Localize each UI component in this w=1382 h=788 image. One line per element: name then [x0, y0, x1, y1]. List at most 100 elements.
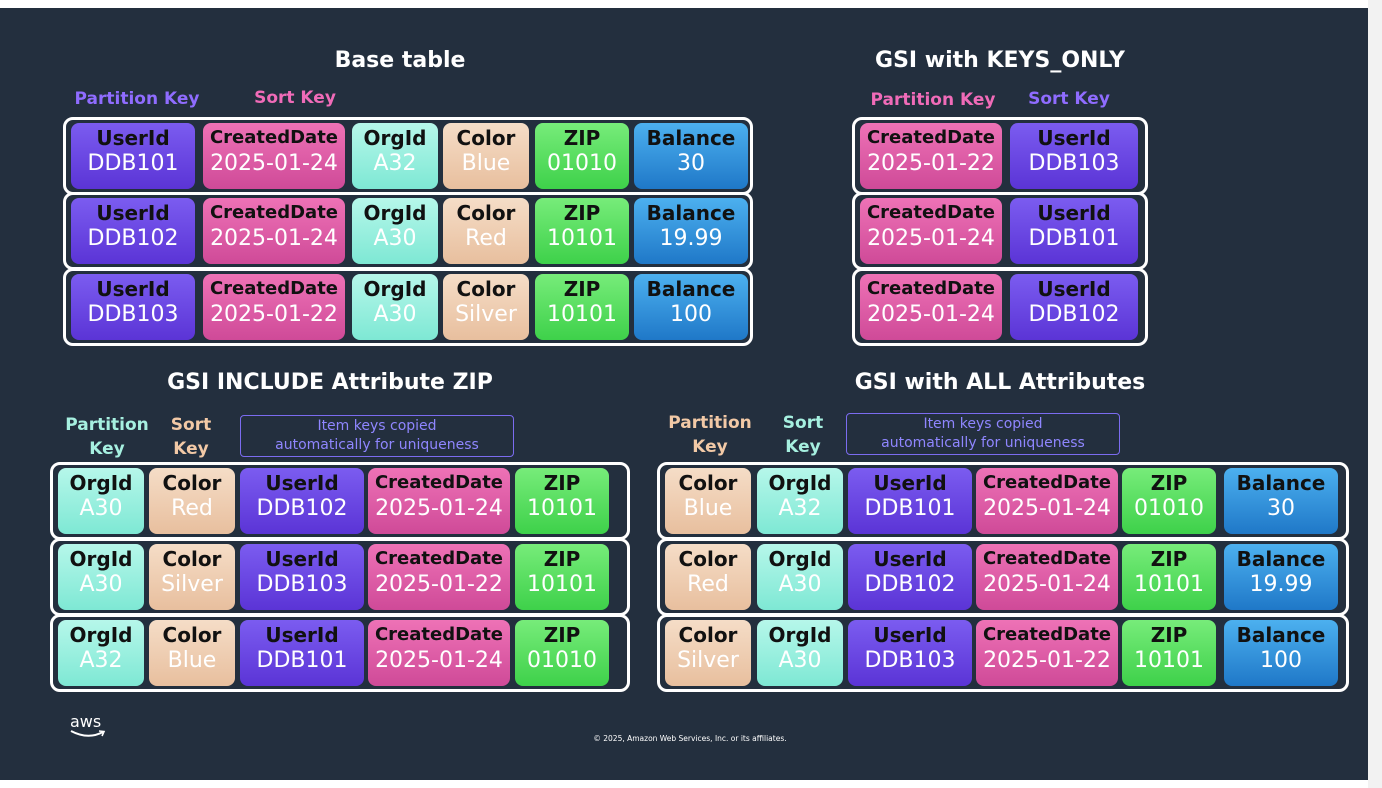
created-date-attribute-value: 2025-01-24 — [983, 496, 1111, 521]
created-date-attribute-value: 2025-01-24 — [210, 226, 338, 251]
include-zip-cell: ZIP 01010 — [515, 620, 609, 686]
userid-attribute-value: DDB102 — [256, 496, 348, 521]
base-zip-cell: ZIP 01010 — [535, 123, 629, 189]
created-date-attribute-value: 2025-01-24 — [867, 302, 995, 327]
color-attribute-name: Color — [162, 623, 222, 647]
zip-attribute-name: ZIP — [563, 126, 601, 150]
color-attribute-name: Color — [678, 623, 738, 647]
created-date-attribute-value: 2025-01-24 — [983, 572, 1111, 597]
base-balance-cell: Balance 30 — [634, 123, 748, 189]
base-balance-cell: Balance 100 — [634, 274, 748, 340]
include-orgid-cell: OrgId A32 — [58, 620, 144, 686]
all-partition-key-label: Partition Key — [660, 411, 760, 459]
include-partition-key-label: Partition Key — [58, 413, 156, 461]
zip-attribute-value: 01010 — [527, 648, 597, 673]
created-date-attribute-name: CreatedDate — [982, 548, 1112, 569]
balance-attribute-value: 19.99 — [659, 226, 723, 251]
all-sort-key-line1: Sort — [782, 413, 824, 433]
keys-only-sort-key-label: Sort Key — [1028, 89, 1110, 109]
orgid-attribute-value: A30 — [373, 302, 417, 327]
created-date-attribute-value: 2025-01-22 — [867, 151, 995, 176]
userid-attribute-value: DDB102 — [87, 226, 179, 251]
balance-attribute-value: 30 — [1267, 496, 1295, 521]
include-sort-key-line1: Sort — [170, 415, 212, 435]
userid-attribute-name: UserId — [265, 623, 339, 647]
zip-attribute-value: 10101 — [527, 496, 597, 521]
orgid-attribute-value: A30 — [79, 572, 123, 597]
balance-attribute-name: Balance — [1236, 547, 1326, 571]
balance-attribute-name: Balance — [1236, 623, 1326, 647]
all-partition-key-line2: Key — [692, 437, 728, 457]
all-orgid-cell: OrgId A32 — [757, 468, 843, 534]
include-color-cell: Color Blue — [149, 620, 235, 686]
userid-attribute-value: DDB102 — [1028, 302, 1120, 327]
all-partition-key-line1: Partition — [668, 413, 752, 433]
balance-attribute-name: Balance — [646, 201, 736, 225]
balance-attribute-value: 100 — [1260, 648, 1302, 673]
orgid-attribute-name: OrgId — [768, 547, 832, 571]
created-date-attribute-name: CreatedDate — [374, 624, 504, 645]
all-orgid-cell: OrgId A30 — [757, 620, 843, 686]
color-attribute-name: Color — [456, 126, 516, 150]
orgid-attribute-value: A32 — [373, 151, 417, 176]
zip-attribute-value: 10101 — [1134, 572, 1204, 597]
all-userid-cell: UserId DDB102 — [848, 544, 972, 610]
zip-attribute-value: 10101 — [547, 226, 617, 251]
orgid-attribute-name: OrgId — [69, 471, 133, 495]
orgid-attribute-value: A30 — [778, 648, 822, 673]
color-attribute-name: Color — [678, 471, 738, 495]
userid-attribute-name: UserId — [96, 277, 170, 301]
userid-attribute-name: UserId — [96, 201, 170, 225]
include-userid-cell: UserId DDB103 — [240, 544, 364, 610]
userid-attribute-value: DDB101 — [87, 151, 179, 176]
include-userid-cell: UserId DDB102 — [240, 468, 364, 534]
color-attribute-value: Red — [465, 226, 507, 251]
color-attribute-name: Color — [456, 277, 516, 301]
zip-attribute-name: ZIP — [1150, 623, 1188, 647]
color-attribute-name: Color — [678, 547, 738, 571]
orgid-attribute-name: OrgId — [363, 277, 427, 301]
all-attributes-title: GSI with ALL Attributes — [854, 370, 1146, 395]
color-attribute-value: Red — [687, 572, 729, 597]
created-date-attribute-value: 2025-01-22 — [375, 572, 503, 597]
created-date-attribute-name: CreatedDate — [209, 202, 339, 223]
all-created-date-cell: CreatedDate 2025-01-22 — [976, 620, 1118, 686]
include-orgid-cell: OrgId A30 — [58, 468, 144, 534]
include-color-cell: Color Red — [149, 468, 235, 534]
userid-attribute-value: DDB103 — [256, 572, 348, 597]
all-userid-cell: UserId DDB101 — [848, 468, 972, 534]
base-zip-cell: ZIP 10101 — [535, 198, 629, 264]
created-date-attribute-name: CreatedDate — [866, 278, 996, 299]
balance-attribute-name: Balance — [646, 277, 736, 301]
orgid-attribute-name: OrgId — [363, 126, 427, 150]
zip-attribute-name: ZIP — [563, 201, 601, 225]
all-sort-key-line2: Key — [785, 437, 821, 457]
zip-attribute-value: 01010 — [1134, 496, 1204, 521]
keys-only-created-date-cell: CreatedDate 2025-01-24 — [860, 274, 1002, 340]
base-zip-cell: ZIP 10101 — [535, 274, 629, 340]
userid-attribute-value: DDB103 — [864, 648, 956, 673]
created-date-attribute-value: 2025-01-24 — [210, 151, 338, 176]
created-date-attribute-name: CreatedDate — [374, 548, 504, 569]
userid-attribute-value: DDB103 — [1028, 151, 1120, 176]
all-uniqueness-note: Item keys copied automatically for uniqu… — [846, 413, 1120, 455]
color-attribute-value: Red — [171, 496, 213, 521]
balance-attribute-value: 100 — [670, 302, 712, 327]
base-balance-cell: Balance 19.99 — [634, 198, 748, 264]
orgid-attribute-value: A32 — [79, 648, 123, 673]
base-color-cell: Color Red — [443, 198, 529, 264]
orgid-attribute-value: A32 — [778, 496, 822, 521]
orgid-attribute-name: OrgId — [69, 547, 133, 571]
zip-attribute-name: ZIP — [543, 623, 581, 647]
include-zip-cell: ZIP 10101 — [515, 544, 609, 610]
base-sort-key-label: Sort Key — [254, 88, 336, 108]
color-attribute-value: Blue — [683, 496, 733, 521]
keys-only-userid-cell: UserId DDB101 — [1010, 198, 1138, 264]
keys-only-userid-cell: UserId DDB102 — [1010, 274, 1138, 340]
userid-attribute-value: DDB101 — [256, 648, 348, 673]
slide-edge — [1368, 0, 1382, 788]
all-balance-cell: Balance 19.99 — [1224, 544, 1338, 610]
orgid-attribute-name: OrgId — [363, 201, 427, 225]
userid-attribute-name: UserId — [1037, 126, 1111, 150]
created-date-attribute-name: CreatedDate — [982, 472, 1112, 493]
